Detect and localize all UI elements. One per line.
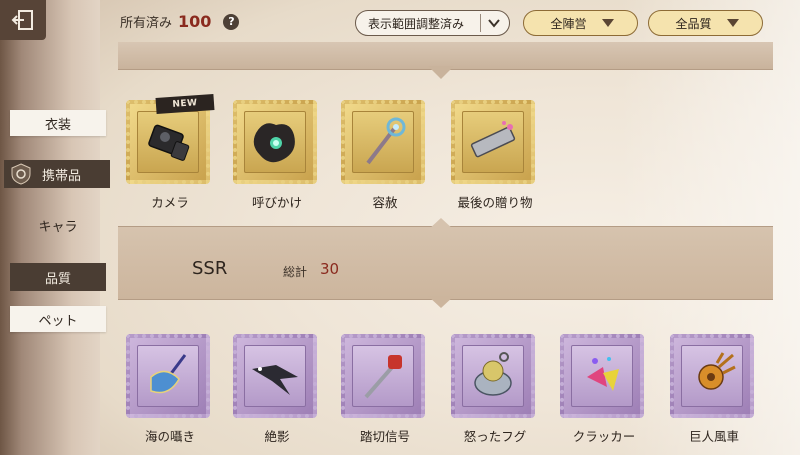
shield-badge-icon xyxy=(11,163,31,185)
item-frame xyxy=(451,100,535,184)
item-label: クラッカー xyxy=(572,429,636,444)
item-card[interactable]: クラッカー xyxy=(560,334,648,444)
cracker-icon xyxy=(587,357,619,391)
item-card[interactable]: 海の囁き xyxy=(126,334,214,444)
shell-wand-icon xyxy=(150,354,187,394)
item-frame xyxy=(560,334,644,418)
signal-wand-icon xyxy=(364,355,402,399)
tab-pet[interactable]: ペット xyxy=(10,306,106,332)
tab-quality[interactable]: 品質 xyxy=(10,263,106,291)
item-frame xyxy=(233,334,317,418)
chevron-down-icon xyxy=(601,19,614,27)
item-card[interactable]: 最後の贈り物 xyxy=(451,100,539,210)
item-label: 怒ったフグ xyxy=(463,429,527,444)
item-card[interactable]: 絶影 xyxy=(233,334,321,444)
item-label: 容赦 xyxy=(372,195,398,210)
tab-label: キャラ xyxy=(38,219,78,235)
section-total-value: 30 xyxy=(320,260,340,278)
item-card[interactable]: 怒ったフグ xyxy=(451,334,539,444)
quality-filter-dropdown[interactable]: 全品質 xyxy=(648,10,763,36)
chevron-down-icon xyxy=(726,19,739,27)
section-title: SSR xyxy=(192,258,228,279)
banner-notch-icon xyxy=(428,218,454,230)
item-frame xyxy=(451,334,535,418)
camp-filter-label: 全陣営 xyxy=(550,16,587,31)
banner-notch-icon xyxy=(428,296,454,308)
back-button[interactable] xyxy=(0,0,46,40)
tab-accessory[interactable]: 携帯品 xyxy=(4,160,110,188)
staff-icon xyxy=(366,117,406,165)
item-card[interactable]: NEW カメラ xyxy=(126,93,215,210)
camp-filter-dropdown[interactable]: 全陣営 xyxy=(523,10,638,36)
tab-label: 携帯品 xyxy=(42,168,82,184)
item-frame xyxy=(341,100,425,184)
tab-label: 品質 xyxy=(44,271,71,287)
tab-label: ペット xyxy=(38,313,78,329)
display-range-label: 表示範囲調整済み xyxy=(368,16,465,31)
item-label: 呼びかけ xyxy=(251,195,302,210)
harmonica-icon xyxy=(470,121,516,158)
item-label: 巨人風車 xyxy=(688,429,739,444)
exit-icon xyxy=(11,10,33,30)
item-card[interactable]: 容赦 xyxy=(341,100,429,210)
bird-icon xyxy=(252,365,298,395)
item-frame xyxy=(670,334,754,418)
item-card[interactable]: 呼びかけ xyxy=(233,100,321,210)
help-icon[interactable]: ? xyxy=(223,13,240,30)
item-frame xyxy=(126,334,210,418)
display-range-dropdown[interactable]: 表示範囲調整済み xyxy=(355,10,510,36)
item-label: 踏切信号 xyxy=(359,429,410,444)
pufferfish-icon xyxy=(474,352,512,396)
item-card[interactable]: 踏切信号 xyxy=(341,334,429,444)
tab-costume[interactable]: 衣装 xyxy=(10,110,106,136)
item-label: 絶影 xyxy=(264,429,290,444)
banner-notch-icon xyxy=(428,66,454,79)
item-card[interactable]: 巨人風車 xyxy=(670,334,758,444)
windmill-icon xyxy=(698,352,736,390)
dark-orb-icon xyxy=(253,123,295,163)
owned-counter: 所有済み 100 ? xyxy=(120,12,240,31)
quality-filter-label: 全品質 xyxy=(675,16,712,31)
section-total-label: 総計 xyxy=(283,265,308,279)
item-label: カメラ xyxy=(151,195,189,210)
owned-count: 100 xyxy=(178,12,212,31)
owned-label: 所有済み xyxy=(120,16,173,31)
item-frame xyxy=(233,100,317,184)
tab-character[interactable]: キャラ xyxy=(10,212,106,238)
chevron-down-icon xyxy=(488,19,500,28)
tab-label: 衣装 xyxy=(44,117,71,133)
camera-icon xyxy=(148,124,190,161)
item-frame xyxy=(341,334,425,418)
item-label: 海の囁き xyxy=(144,429,195,444)
item-label: 最後の贈り物 xyxy=(457,195,533,210)
